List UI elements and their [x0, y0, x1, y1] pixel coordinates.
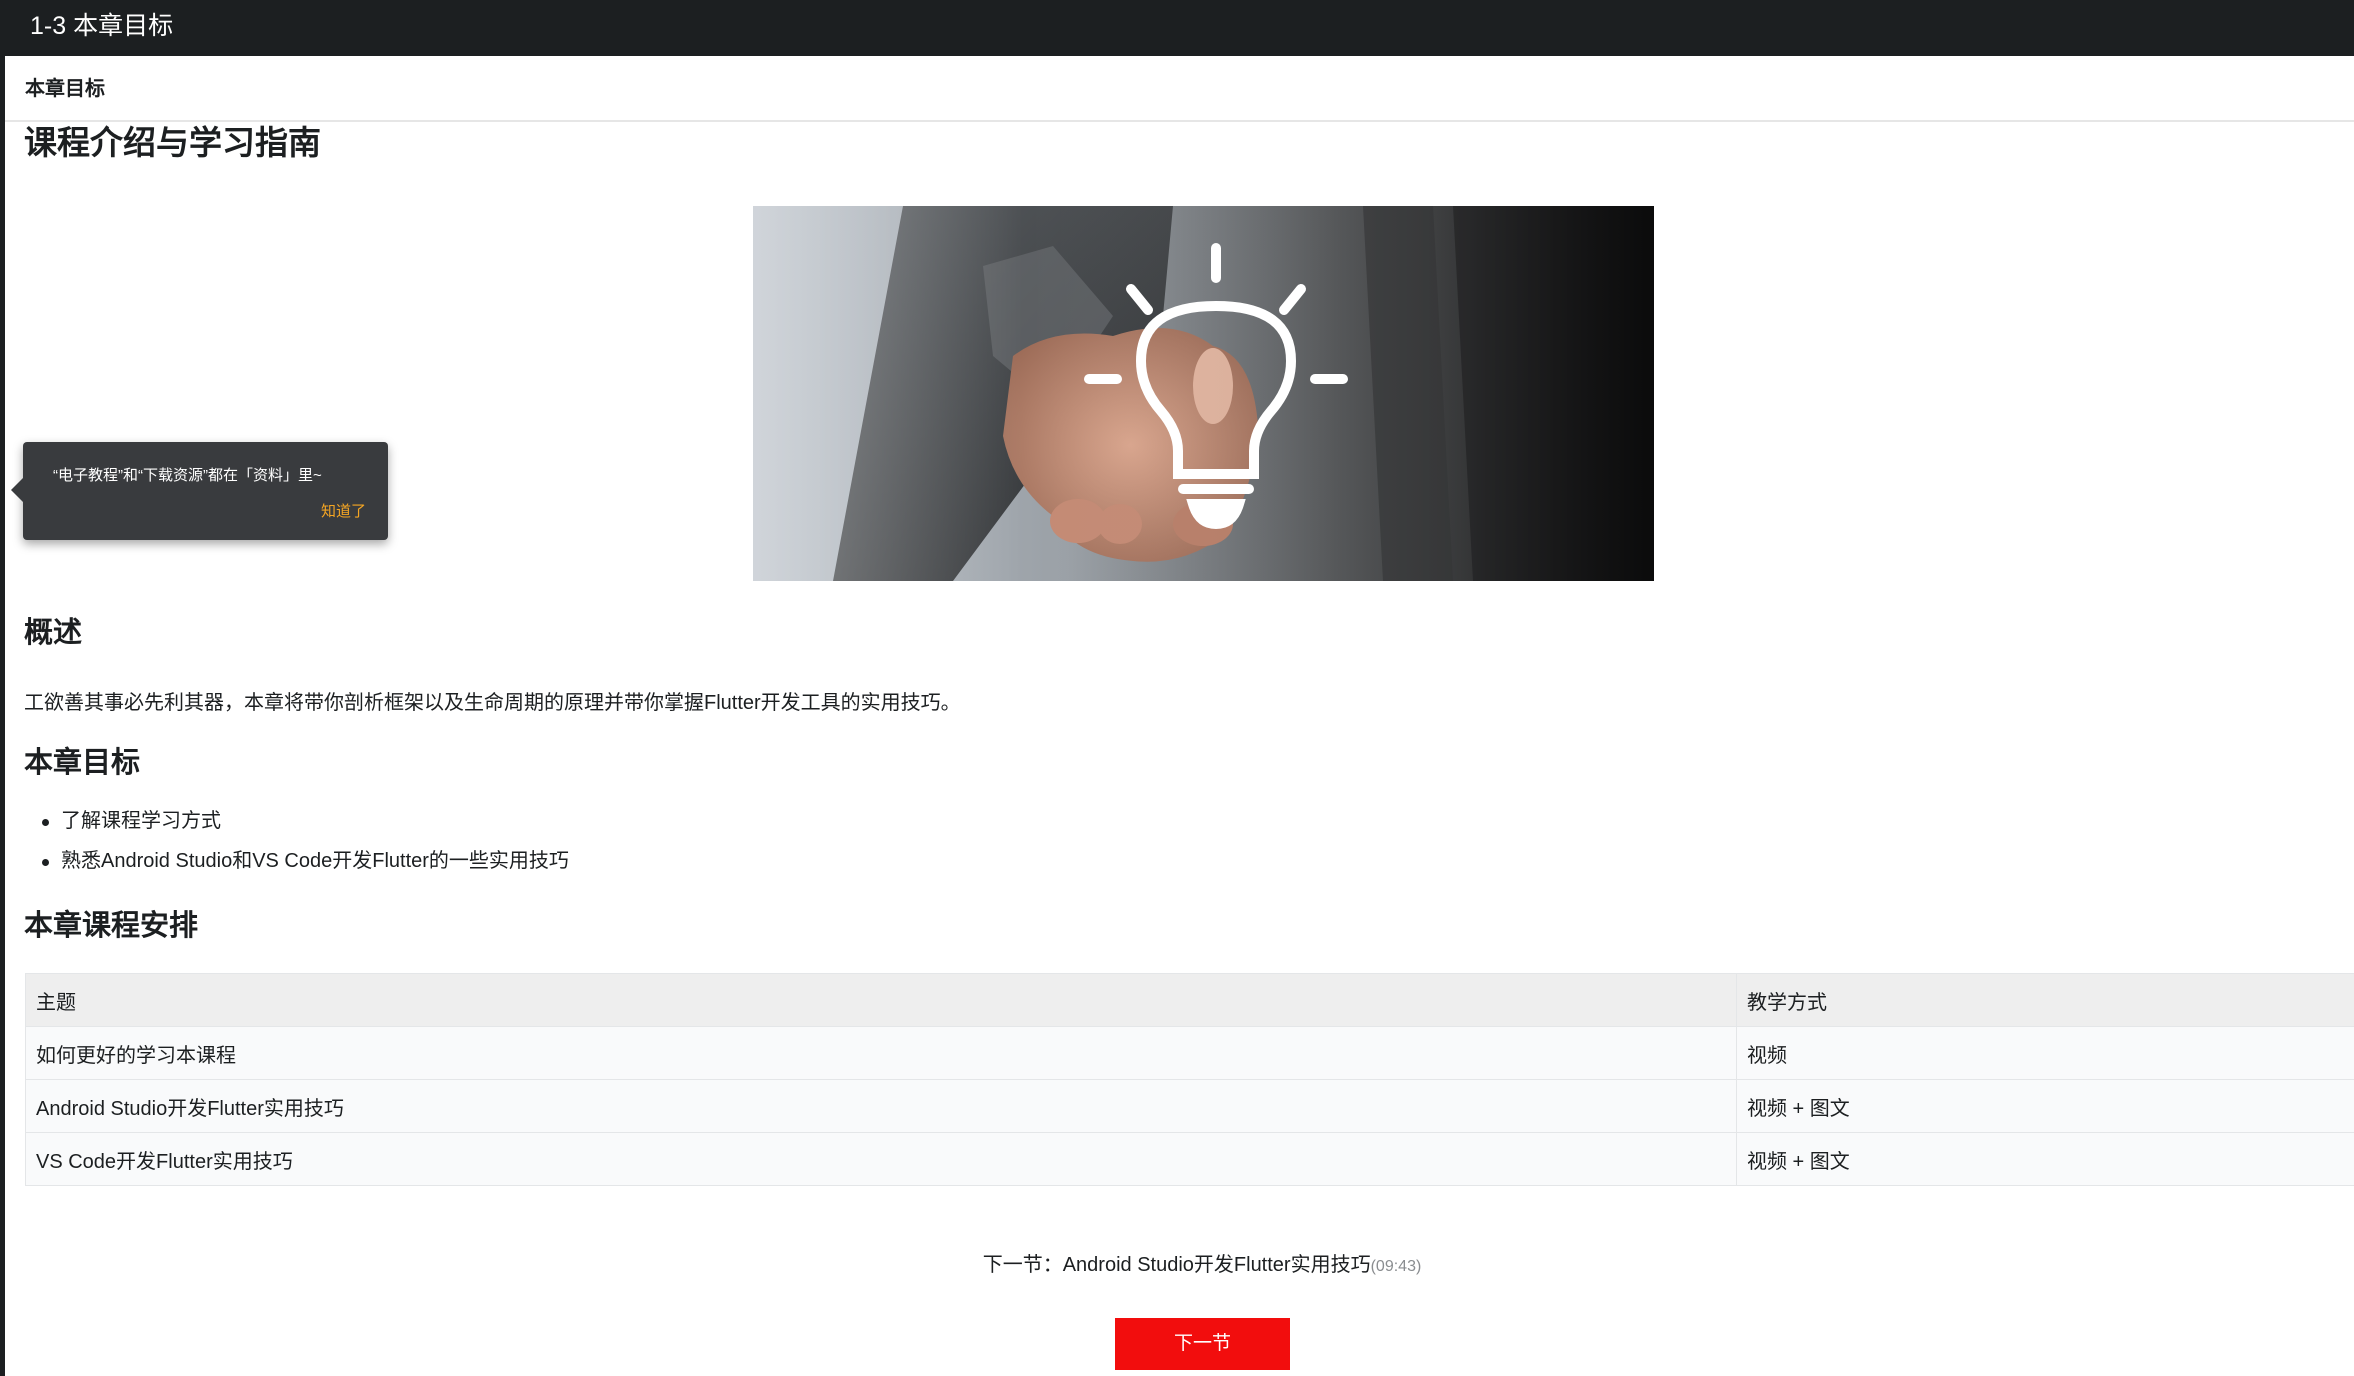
- list-item: 熟悉Android Studio和VS Code开发Flutter的一些实用技巧: [24, 846, 569, 886]
- chapter-tab-bar: 本章目标: [5, 56, 2354, 122]
- article-title: 课程介绍与学习指南: [24, 124, 321, 161]
- chapter-tab-label[interactable]: 本章目标: [25, 76, 105, 102]
- schedule-heading: 本章课程安排: [24, 910, 199, 942]
- tooltip-message: “电子教程”和“下载资源”都在「资料」里~: [53, 467, 322, 484]
- schedule-table: 主题 教学方式 如何更好的学习本课程 视频 Android Studio开发Fl…: [25, 973, 2354, 1186]
- content-area: 本章目标 课程介绍与学习指南 概述 工欲善其事必先利其器，本章将带你剖析框架以及…: [5, 56, 2354, 1376]
- table-row: VS Code开发Flutter实用技巧 视频 + 图文: [25, 1132, 2354, 1186]
- goals-list: 了解课程学习方式 熟悉Android Studio和VS Code开发Flutt…: [24, 806, 569, 886]
- table-cell-topic: VS Code开发Flutter实用技巧: [25, 1132, 1737, 1186]
- table-cell-topic: Android Studio开发Flutter实用技巧: [25, 1079, 1737, 1133]
- next-lesson-line[interactable]: 下一节：Android Studio开发Flutter实用技巧(09:43): [5, 1250, 2354, 1282]
- table-cell-method: 视频: [1736, 1026, 2354, 1080]
- overview-text: 工欲善其事必先利其器，本章将带你剖析框架以及生命周期的原理并带你掌握Flutte…: [24, 692, 961, 714]
- window-title: 1-3 本章目标: [30, 12, 174, 40]
- table-cell-method: 视频 + 图文: [1736, 1079, 2354, 1133]
- table-header-method: 教学方式: [1736, 973, 2354, 1027]
- table-row: 如何更好的学习本课程 视频: [25, 1026, 2354, 1080]
- table-row: Android Studio开发Flutter实用技巧 视频 + 图文: [25, 1079, 2354, 1133]
- next-lesson-duration: (09:43): [1370, 1258, 1422, 1275]
- table-cell-method: 视频 + 图文: [1736, 1132, 2354, 1186]
- next-lesson-button[interactable]: 下一节: [1115, 1318, 1290, 1370]
- hero-image: [753, 206, 1654, 581]
- table-cell-topic: 如何更好的学习本课程: [25, 1026, 1737, 1080]
- overview-heading: 概述: [24, 617, 83, 649]
- tooltip-arrow: [11, 478, 23, 502]
- table-header-row: 主题 教学方式: [25, 973, 2354, 1027]
- resources-tooltip: “电子教程”和“下载资源”都在「资料」里~ 知道了: [11, 442, 388, 540]
- title-bar: 1-3 本章目标: [0, 0, 2354, 56]
- table-header-topic: 主题: [25, 973, 1737, 1027]
- goals-heading: 本章目标: [24, 747, 141, 779]
- next-lesson-prefix: 下一节：: [982, 1254, 1063, 1276]
- list-item: 了解课程学习方式: [24, 806, 569, 846]
- tooltip-dismiss-button[interactable]: 知道了: [321, 502, 366, 522]
- next-lesson-title[interactable]: Android Studio开发Flutter实用技巧: [1063, 1254, 1371, 1276]
